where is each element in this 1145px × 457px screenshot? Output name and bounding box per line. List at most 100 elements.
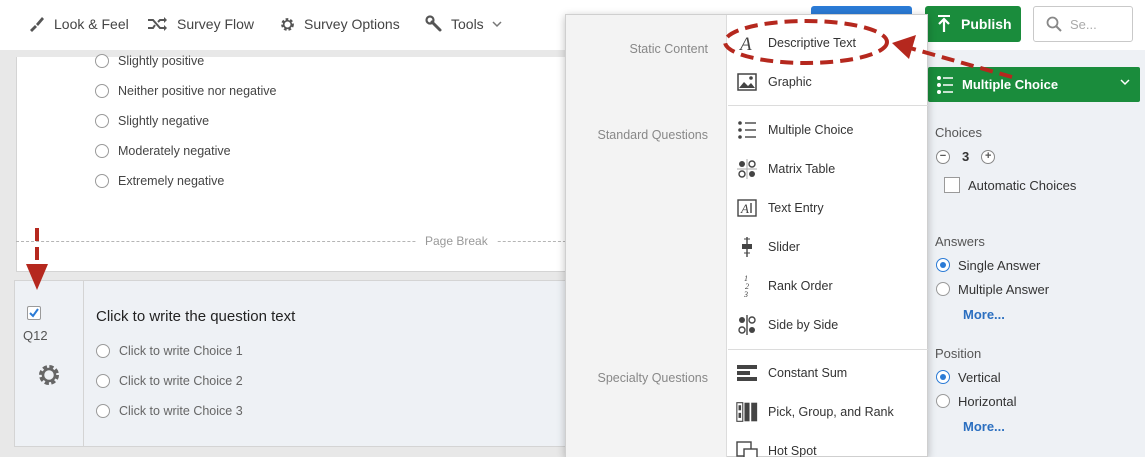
- menu-item-label: Multiple Choice: [768, 123, 854, 137]
- search-input[interactable]: Se...: [1033, 6, 1133, 42]
- question-type-menu: Static Content Standard Questions Specia…: [565, 14, 928, 457]
- radio-button[interactable]: [95, 54, 109, 68]
- question-text[interactable]: Click to write the question text: [96, 308, 295, 325]
- page-break-label[interactable]: Page Break: [417, 234, 496, 248]
- horizontal-option[interactable]: Horizontal: [936, 392, 1017, 410]
- menu-item-label: Constant Sum: [768, 366, 848, 380]
- multiple-answer-option[interactable]: Multiple Answer: [936, 280, 1049, 298]
- upload-icon: [938, 15, 950, 32]
- checkmark-icon: [29, 308, 39, 318]
- svg-text:3: 3: [743, 290, 748, 298]
- menu-divider: [728, 105, 928, 106]
- vertical-option[interactable]: Vertical: [936, 368, 1001, 386]
- decrement-button[interactable]: −: [936, 149, 950, 164]
- tools-menu-button[interactable]: Tools: [425, 13, 502, 35]
- gear-icon: [281, 17, 294, 31]
- position-more-link[interactable]: More...: [963, 419, 1005, 434]
- wrench-icon: [425, 15, 442, 32]
- menu-item-label: Rank Order: [768, 279, 833, 293]
- choice-row[interactable]: Click to write Choice 3: [96, 402, 243, 420]
- shuffle-icon: [148, 17, 167, 31]
- question-type-dropdown[interactable]: Multiple Choice: [928, 67, 1140, 102]
- question-select-checkbox[interactable]: [27, 306, 41, 320]
- single-answer-option[interactable]: Single Answer: [936, 256, 1040, 274]
- pick-group-rank-icon: [736, 401, 758, 423]
- automatic-choices-checkbox[interactable]: [944, 177, 960, 193]
- choice-row[interactable]: Slightly negative: [95, 112, 209, 130]
- multiple-choice-icon: [937, 75, 953, 94]
- svg-text:A: A: [738, 34, 752, 52]
- question-settings-gear-icon[interactable]: [36, 362, 62, 391]
- question-type-label: Multiple Choice: [962, 77, 1059, 92]
- chevron-down-icon: [1120, 79, 1130, 86]
- question-block-q12[interactable]: Q12 Click to write the question text Cli…: [14, 280, 576, 447]
- choice-label[interactable]: Click to write Choice 1: [119, 344, 243, 358]
- hot-spot-icon: [736, 440, 758, 457]
- category-specialty-questions: Specialty Questions: [597, 371, 708, 385]
- choice-label[interactable]: Click to write Choice 2: [119, 374, 243, 388]
- matrix-table-icon: [736, 158, 758, 180]
- menu-item-text-entry[interactable]: A Text Entry: [728, 193, 928, 223]
- menu-item-multiple-choice[interactable]: Multiple Choice: [728, 115, 928, 145]
- menu-item-matrix-table[interactable]: Matrix Table: [728, 154, 928, 184]
- question-number: Q12: [23, 328, 48, 343]
- choice-row[interactable]: Slightly positive: [95, 52, 204, 70]
- radio-button[interactable]: [95, 174, 109, 188]
- menu-item-side-by-side[interactable]: Side by Side: [728, 310, 928, 340]
- menu-item-descriptive-text[interactable]: A Descriptive Text: [728, 28, 928, 58]
- radio-button[interactable]: [96, 374, 110, 388]
- radio-button[interactable]: [95, 114, 109, 128]
- horizontal-label: Horizontal: [958, 393, 1017, 409]
- menu-divider: [728, 349, 928, 350]
- automatic-choices-option[interactable]: Automatic Choices: [944, 176, 1076, 194]
- publish-button[interactable]: Publish: [925, 6, 1021, 42]
- choices-stepper: − 3 +: [936, 149, 996, 164]
- choice-row[interactable]: Click to write Choice 1: [96, 342, 243, 360]
- look-feel-button[interactable]: Look & Feel: [28, 13, 129, 35]
- radio-button[interactable]: [95, 144, 109, 158]
- radio-button[interactable]: [96, 404, 110, 418]
- choices-count: 3: [962, 149, 970, 164]
- menu-item-slider[interactable]: Slider: [728, 232, 928, 262]
- multiple-answer-label: Multiple Answer: [958, 281, 1050, 297]
- choice-row[interactable]: Moderately negative: [95, 142, 231, 160]
- increment-button[interactable]: +: [981, 149, 996, 164]
- choice-row[interactable]: Extremely negative: [95, 172, 224, 190]
- radio-button[interactable]: [936, 394, 950, 408]
- menu-item-hot-spot[interactable]: Hot Spot: [728, 436, 928, 457]
- menu-category-column: Static Content Standard Questions Specia…: [566, 15, 727, 457]
- menu-item-label: Slider: [768, 240, 800, 254]
- menu-item-rank-order[interactable]: 123 Rank Order: [728, 271, 928, 301]
- radio-selected[interactable]: [936, 258, 950, 272]
- menu-item-label: Pick, Group, and Rank: [768, 405, 894, 419]
- survey-flow-button[interactable]: Survey Flow: [147, 13, 254, 35]
- survey-options-button[interactable]: Survey Options: [279, 13, 400, 35]
- choice-row[interactable]: Click to write Choice 2: [96, 372, 243, 390]
- chevron-down-icon: [492, 21, 502, 28]
- choice-label: Slightly positive: [118, 54, 205, 68]
- menu-item-pick-group-rank[interactable]: Pick, Group, and Rank: [728, 397, 928, 427]
- slider-icon: [736, 236, 758, 258]
- side-by-side-icon: [736, 314, 758, 336]
- radio-button[interactable]: [936, 282, 950, 296]
- category-static-content: Static Content: [629, 42, 708, 56]
- radio-button[interactable]: [96, 344, 110, 358]
- rank-order-icon: 123: [736, 274, 758, 298]
- single-answer-label: Single Answer: [958, 257, 1041, 273]
- choice-label: Slightly negative: [118, 114, 210, 128]
- radio-button[interactable]: [95, 84, 109, 98]
- answers-heading: Answers: [935, 234, 985, 249]
- automatic-choices-label: Automatic Choices: [968, 177, 1077, 193]
- paint-brush-icon: [30, 17, 44, 32]
- constant-sum-icon: [736, 362, 758, 384]
- radio-selected[interactable]: [936, 370, 950, 384]
- search-icon: [1046, 16, 1062, 32]
- menu-item-graphic[interactable]: Graphic: [728, 67, 928, 97]
- menu-item-label: Descriptive Text: [768, 36, 856, 50]
- menu-item-constant-sum[interactable]: Constant Sum: [728, 358, 928, 388]
- tools-label: Tools: [451, 16, 484, 32]
- choice-label[interactable]: Click to write Choice 3: [119, 404, 243, 418]
- answers-more-link[interactable]: More...: [963, 307, 1005, 322]
- category-standard-questions: Standard Questions: [597, 128, 709, 142]
- choice-row[interactable]: Neither positive nor negative: [95, 82, 276, 100]
